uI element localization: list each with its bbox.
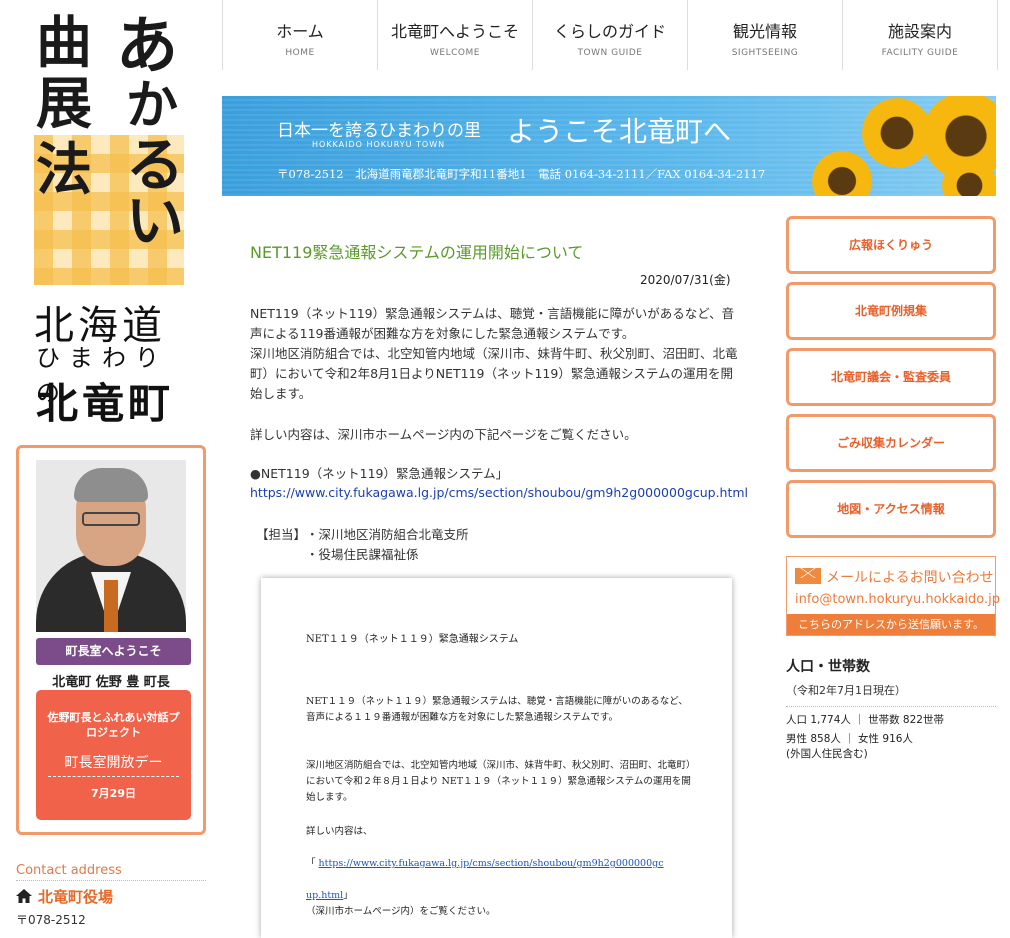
zip-code: 〒078-2512: [16, 913, 86, 927]
banner-welcome: ようこそ北竜町へ: [507, 115, 732, 148]
mayor-open-day-banner[interactable]: 佐野町長とふれあい対話プロジェクト 町長室開放デー 7月29日: [36, 690, 191, 820]
nav-sublabel: HOME: [285, 48, 315, 58]
house-icon: [16, 889, 32, 903]
doc-link-line: 「 https://www.city.fukagawa.lg.jp/cms/se…: [306, 848, 696, 912]
nav-sublabel: SIGHTSEEING: [731, 48, 799, 58]
doc-link-close: 」: [343, 890, 353, 901]
contact-label: Contact address: [16, 863, 122, 878]
mail-address: info@town.hokuryu.hokkaido.jp: [795, 592, 1000, 607]
population-line: (外国人住民含む): [786, 748, 868, 760]
photo-hair: [74, 468, 148, 502]
main-content: NET119緊急通報システムの運用開始について 2020/07/31(金) NE…: [250, 230, 790, 938]
logo-char: 展: [36, 71, 92, 137]
town-logo[interactable]: 曲 展 法 あ か る い 北海道 ひまわりの 北竜町: [16, 9, 191, 428]
office-label: 北竜町役場: [38, 888, 114, 906]
mayor-welcome-button[interactable]: 町長室へようこそ: [36, 638, 191, 665]
banner-address: 〒078-2512 北海道雨竜郡北竜町字和11番地1 電話 0164-34-21…: [277, 167, 766, 181]
hero-banner: 日本一を誇るひまわりの里 HOKKAIDO HOKURYU TOWN ようこそ北…: [222, 96, 996, 196]
article-paragraph: ●NET119（ネット119）緊急通報システム」: [250, 466, 509, 481]
document-image[interactable]: NET１１９（ネット１１９）緊急通報システム NET１１９（ネット１１９）緊急通…: [261, 578, 732, 938]
doc-paragraph: 詳しい内容は、: [306, 826, 373, 837]
right-sidebar: 広報ほくりゅう 北竜町例規集 北竜町議会・監査委員 ごみ収集カレンダー 地図・ア…: [786, 216, 1000, 760]
tanto-item: ・役場住民課福祉係: [306, 547, 419, 562]
population-line: 男性 858人 ｜ 女性 916人: [786, 733, 913, 745]
mayor-box: 町長室へようこそ 北竜町 佐野 豊 町長 佐野町長とふれあい対話プロジェクト 町…: [16, 445, 206, 835]
banner-tagline-en: HOKKAIDO HOKURYU TOWN: [312, 140, 446, 149]
doc-title: NET１１９（ネット１１９）緊急通報システム: [306, 634, 519, 645]
logo-town-name: 北竜町: [36, 379, 175, 428]
logo-char: 法: [36, 137, 92, 203]
logo-char: い: [126, 187, 185, 255]
mayor-photo[interactable]: [36, 460, 186, 632]
event-date: 7月29日: [91, 787, 136, 800]
event-title: 佐野町長とふれあい対話プロジェクト: [47, 711, 180, 739]
population-date: （令和2年7月1日現在）: [786, 684, 906, 697]
photo-glasses: [82, 512, 140, 526]
nav-home[interactable]: ホーム HOME: [222, 0, 377, 70]
nav-sublabel: TOWN GUIDE: [577, 48, 643, 58]
nav-welcome[interactable]: 北竜町へようこそ WELCOME: [377, 0, 532, 70]
doc-link: up.html: [306, 890, 344, 901]
logo-char: あ: [116, 9, 179, 82]
divider: [16, 880, 206, 881]
article-paragraph: 詳しい内容は、深川市ホームページ内の下記ページをご覧ください。: [250, 427, 637, 442]
nav-town-guide[interactable]: くらしのガイド TOWN GUIDE: [532, 0, 687, 70]
nav-facility-guide[interactable]: 施設案内 FACILITY GUIDE: [842, 0, 998, 70]
tanto-label: 【担当】: [256, 527, 307, 542]
nav-sublabel: FACILITY GUIDE: [881, 48, 959, 58]
mail-note: こちらのアドレスから送信願います。: [787, 614, 995, 635]
doc-link: https://www.city.fukagawa.lg.jp/cms/sect…: [318, 858, 664, 869]
office-name: 北竜町役場: [16, 886, 113, 907]
nav-label: 施設案内: [887, 22, 952, 41]
mail-contact-box[interactable]: メールによるお問い合わせ info@town.hokuryu.hokkaido.…: [786, 556, 1000, 636]
logo-char: る: [126, 131, 185, 199]
nav-label: ホーム: [276, 22, 324, 41]
sunflower-image: [812, 151, 872, 196]
left-column: 曲 展 法 あ か る い 北海道 ひまわりの 北竜町 町長室へようこそ 北竜町…: [0, 0, 222, 932]
banner-tagline: 日本一を誇るひまわりの里: [277, 121, 481, 141]
mail-icon: [795, 568, 821, 584]
fukagawa-link[interactable]: https://www.city.fukagawa.lg.jp/cms/sect…: [250, 485, 748, 500]
population-line: 人口 1,774人 ｜ 世帯数 822世帯: [786, 714, 944, 726]
nav-sublabel: WELCOME: [430, 48, 480, 58]
doc-paragraph: NET１１９（ネット１１９）緊急通報システムは、聴覚・言語機能に障がいのあるなど…: [306, 696, 688, 723]
contact-person: 【担当】 ・深川地区消防組合北竜支所 ・役場住民課福祉係: [256, 525, 469, 565]
sidebar-button-access[interactable]: 地図・アクセス情報: [786, 480, 996, 538]
doc-link-open: 「: [306, 858, 316, 869]
mail-title: メールによるお問い合わせ: [795, 567, 994, 587]
global-nav: ホーム HOME 北竜町へようこそ WELCOME くらしのガイド TOWN GUID…: [222, 0, 998, 70]
population-heading: 人口・世帯数: [786, 659, 870, 675]
nav-label: 北竜町へようこそ: [390, 22, 519, 41]
doc-paragraph: 深川地区消防組合では、北空知管内地域（深川市、妹背牛町、秋父別町、沼田町、北竜町…: [306, 760, 691, 803]
sidebar-button-reikishu[interactable]: 北竜町例規集: [786, 282, 996, 340]
event-name: 町長室開放デー: [48, 752, 179, 777]
sidebar-button-gomi[interactable]: ごみ収集カレンダー: [786, 414, 996, 472]
nav-label: くらしのガイド: [553, 22, 666, 41]
logo-char: 曲: [36, 10, 92, 76]
article-paragraph: NET119（ネット119）緊急通報システムは、聴覚・言語機能に障がいがあるなど…: [250, 306, 738, 401]
tanto-item: ・深川地区消防組合北竜支所: [306, 527, 469, 542]
logo-char: か: [126, 75, 179, 136]
nav-label: 観光情報: [732, 22, 797, 41]
mail-title-text: メールによるお問い合わせ: [826, 570, 994, 586]
mayor-name: 北竜町 佐野 豊 町長: [52, 675, 170, 690]
doc-paragraph: （深川市ホームページ内）をご覧ください。: [306, 906, 496, 917]
sidebar-button-gikai[interactable]: 北竜町議会・監査委員: [786, 348, 996, 406]
article-date: 2020/07/31(金): [640, 273, 731, 287]
divider: [786, 706, 996, 707]
article-title: NET119緊急通報システムの運用開始について: [250, 243, 584, 262]
photo-tie: [104, 580, 118, 632]
population-box: 人口・世帯数 （令和2年7月1日現在） 人口 1,774人 ｜ 世帯数 822世…: [786, 656, 996, 762]
nav-sightseeing[interactable]: 観光情報 SIGHTSEEING: [687, 0, 842, 70]
sidebar-button-kouhou[interactable]: 広報ほくりゅう: [786, 216, 996, 274]
